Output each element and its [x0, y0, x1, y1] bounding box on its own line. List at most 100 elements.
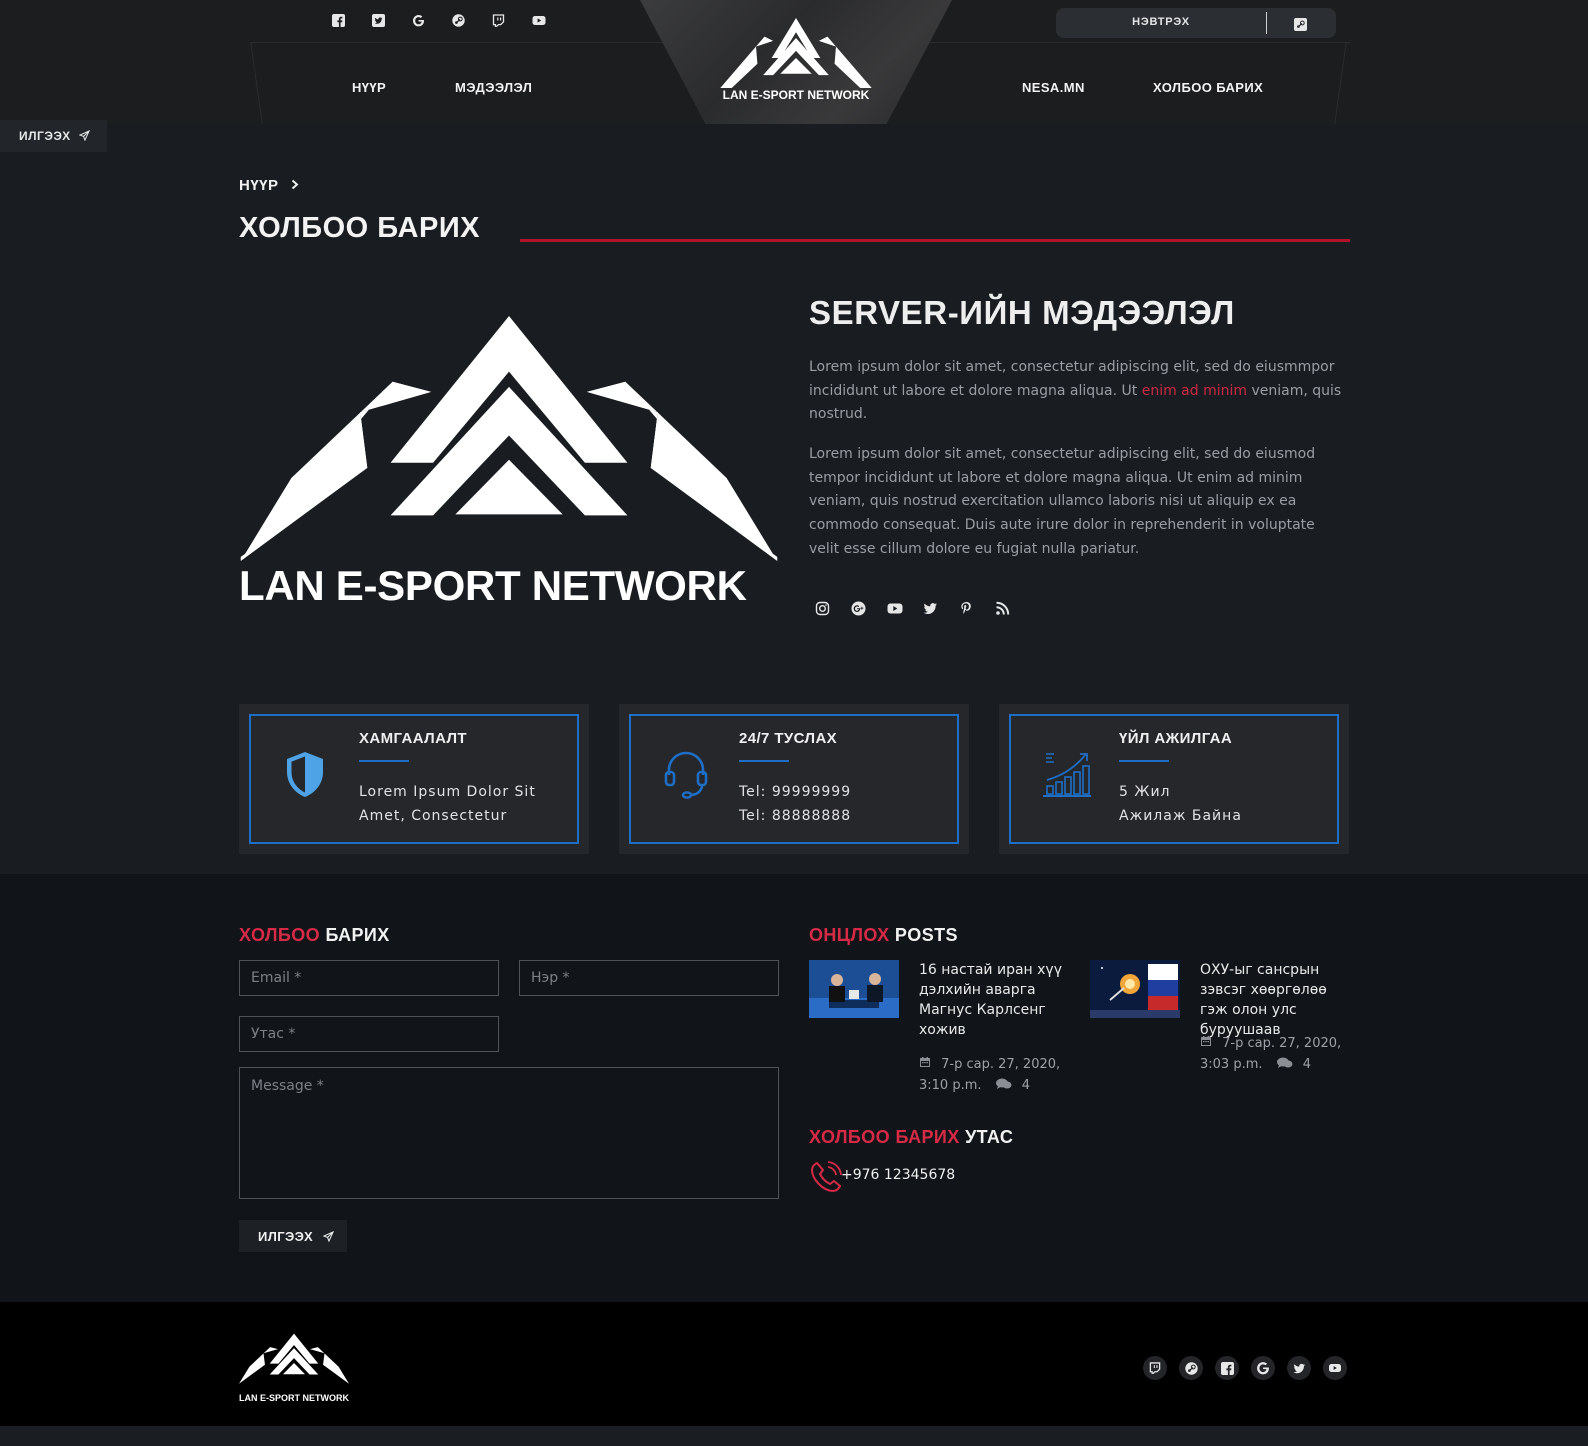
- post-time: 3:10 p.m.: [919, 1078, 982, 1093]
- rss-icon[interactable]: [995, 601, 1010, 616]
- google-icon[interactable]: [412, 14, 425, 27]
- pinterest-icon[interactable]: [959, 601, 974, 616]
- facebook-icon[interactable]: [1215, 1356, 1239, 1380]
- feature-title: ХАМГААЛАЛТ: [359, 730, 467, 747]
- paper-plane-icon: [322, 1230, 335, 1243]
- feature-rule: [1119, 760, 1169, 762]
- nav-home[interactable]: НҮҮР: [352, 80, 386, 95]
- post-meta: 7-р сар. 27, 2020, 3:03 p.m. 4: [1200, 1033, 1360, 1075]
- post-meta: 7-р сар. 27, 2020, 3:10 p.m. 4: [919, 1054, 1079, 1096]
- twitter-icon[interactable]: [1287, 1356, 1311, 1380]
- title-white-part: БАРИХ: [320, 925, 390, 945]
- send-button[interactable]: ИЛГЭЭХ: [239, 1220, 347, 1252]
- server-info-title: SERVER-ИЙН МЭДЭЭЛЭЛ: [809, 294, 1235, 331]
- calendar-icon: [920, 1057, 930, 1067]
- feature-card-activity: ҮЙЛ АЖИЛГАА 5 Жил Ажилаж Байна: [999, 704, 1349, 854]
- nav-nesa[interactable]: NESA.MN: [1022, 80, 1085, 95]
- feature-card-border: 24/7 ТУСЛАХ Tel: 99999999 Tel: 88888888: [629, 714, 959, 844]
- headset-icon: [661, 748, 711, 802]
- google-plus-icon[interactable]: [851, 601, 866, 616]
- facebook-icon[interactable]: [332, 14, 345, 27]
- feature-card-security: ХАМГААЛАЛТ Lorem Ipsum Dolor Sit Amet, C…: [239, 704, 589, 854]
- steam-icon[interactable]: [1179, 1356, 1203, 1380]
- featured-posts-title: ОНЦЛОХ POSTS: [809, 925, 958, 946]
- breadcrumb: НҮҮР: [239, 177, 299, 194]
- feature-title: ҮЙЛ АЖИЛГАА: [1119, 730, 1233, 747]
- twitter-icon[interactable]: [372, 14, 385, 27]
- big-logo-text: LAN E-SPORT NETWORK: [239, 562, 747, 609]
- nav-contact[interactable]: ХОЛБОО БАРИХ: [1153, 80, 1263, 95]
- feature-card-border: ХАМГААЛАЛТ Lorem Ipsum Dolor Sit Amet, C…: [249, 714, 579, 844]
- phone-icon: [810, 1161, 842, 1193]
- phone-field[interactable]: Утас *: [239, 1016, 499, 1052]
- youtube-icon[interactable]: [887, 601, 903, 616]
- para1-link[interactable]: enim ad minim: [1142, 383, 1247, 399]
- name-field[interactable]: Нэр *: [519, 960, 779, 996]
- steam-login-icon[interactable]: [1294, 16, 1308, 31]
- footer-social-links: [1143, 1356, 1347, 1380]
- contact-phone-title: ХОЛБОО БАРИХ УТАС: [809, 1127, 1013, 1148]
- title-rule: [520, 239, 1350, 242]
- footer-logo-text: LAN E-SPORT NETWORK: [239, 1393, 349, 1403]
- title-white-part: УТАС: [959, 1127, 1014, 1147]
- feature-line-1: Tel: 99999999: [739, 784, 852, 800]
- send-button-label: ИЛГЭЭХ: [258, 1229, 314, 1244]
- breadcrumb-home[interactable]: НҮҮР: [239, 177, 279, 194]
- email-field[interactable]: Email *: [239, 960, 499, 996]
- title-red-part: ХОЛБОО: [239, 925, 321, 945]
- footer-logo-icon[interactable]: [239, 1328, 349, 1390]
- header-slant-left: [250, 42, 263, 124]
- server-info-paragraph-1: Lorem ipsum dolor sit amet, consectetur …: [809, 356, 1349, 427]
- feature-title: 24/7 ТУСЛАХ: [739, 730, 838, 747]
- post-comments: 4: [1302, 1057, 1312, 1072]
- feature-line-2: Ажилаж Байна: [1119, 808, 1242, 824]
- twitch-icon[interactable]: [492, 14, 505, 27]
- post-comments: 4: [1021, 1078, 1031, 1093]
- google-icon[interactable]: [1251, 1356, 1275, 1380]
- comments-icon: [1276, 1057, 1293, 1068]
- contact-form-title: ХОЛБОО БАРИХ: [239, 925, 390, 946]
- post-title-link[interactable]: ОХУ-ыг сансрын зэвсэг хөөргөлөө гэж олон…: [1200, 960, 1350, 1040]
- page-title: ХОЛБОО БАРИХ: [239, 212, 481, 244]
- login-box: НЭВТРЭХ: [1056, 8, 1336, 38]
- contact-phone-number[interactable]: +976 12345678: [841, 1167, 955, 1183]
- title-white-part: POSTS: [889, 925, 958, 945]
- instagram-icon[interactable]: [815, 601, 830, 616]
- twitter-icon[interactable]: [923, 601, 938, 616]
- post-thumbnail[interactable]: [809, 960, 899, 1018]
- feature-card-border: ҮЙЛ АЖИЛГАА 5 Жил Ажилаж Байна: [1009, 714, 1339, 844]
- chevron-right-icon: [292, 179, 299, 190]
- login-separator: [1266, 12, 1267, 34]
- logo-mark-icon: [240, 316, 778, 561]
- growth-chart-icon: [1041, 748, 1091, 802]
- post-date: 7-р сар. 27, 2020,: [1222, 1036, 1342, 1051]
- header-slant-right: [1334, 42, 1347, 124]
- feature-card-support: 24/7 ТУСЛАХ Tel: 99999999 Tel: 88888888: [619, 704, 969, 854]
- calendar-icon: [1201, 1036, 1211, 1046]
- server-social-links: [815, 601, 1010, 616]
- youtube-icon[interactable]: [532, 14, 546, 27]
- post-date: 7-р сар. 27, 2020,: [941, 1057, 1061, 1072]
- logo-mark-icon: [720, 18, 872, 88]
- side-send-button[interactable]: ИЛГЭЭХ: [0, 120, 107, 152]
- server-info-paragraph-2: Lorem ipsum dolor sit amet, consectetur …: [809, 446, 1316, 557]
- post-thumbnail[interactable]: [1090, 960, 1180, 1018]
- feature-line-2: Amet, Consectetur: [359, 808, 508, 824]
- side-send-label: ИЛГЭЭХ: [19, 129, 71, 143]
- login-button[interactable]: НЭВТРЭХ: [1056, 16, 1266, 28]
- comments-icon: [995, 1078, 1012, 1089]
- steam-icon[interactable]: [452, 14, 465, 27]
- footer-bottom-bar: [0, 1426, 1588, 1446]
- twitch-icon[interactable]: [1143, 1356, 1167, 1380]
- post-title-link[interactable]: 16 настай иран хүү дэлхийн аварга Магнус…: [919, 960, 1074, 1040]
- title-red-part: ХОЛБОО БАРИХ: [809, 1127, 960, 1147]
- youtube-icon[interactable]: [1323, 1356, 1347, 1380]
- shield-icon: [281, 748, 331, 802]
- feature-line-1: 5 Жил: [1119, 784, 1171, 800]
- feature-rule: [739, 760, 789, 762]
- post-time: 3:03 p.m.: [1200, 1057, 1263, 1072]
- feature-line-2: Tel: 88888888: [739, 808, 852, 824]
- nav-news[interactable]: МЭДЭЭЛЭЛ: [455, 80, 532, 95]
- header-social-links: [332, 14, 546, 27]
- message-field[interactable]: Message *: [239, 1067, 779, 1199]
